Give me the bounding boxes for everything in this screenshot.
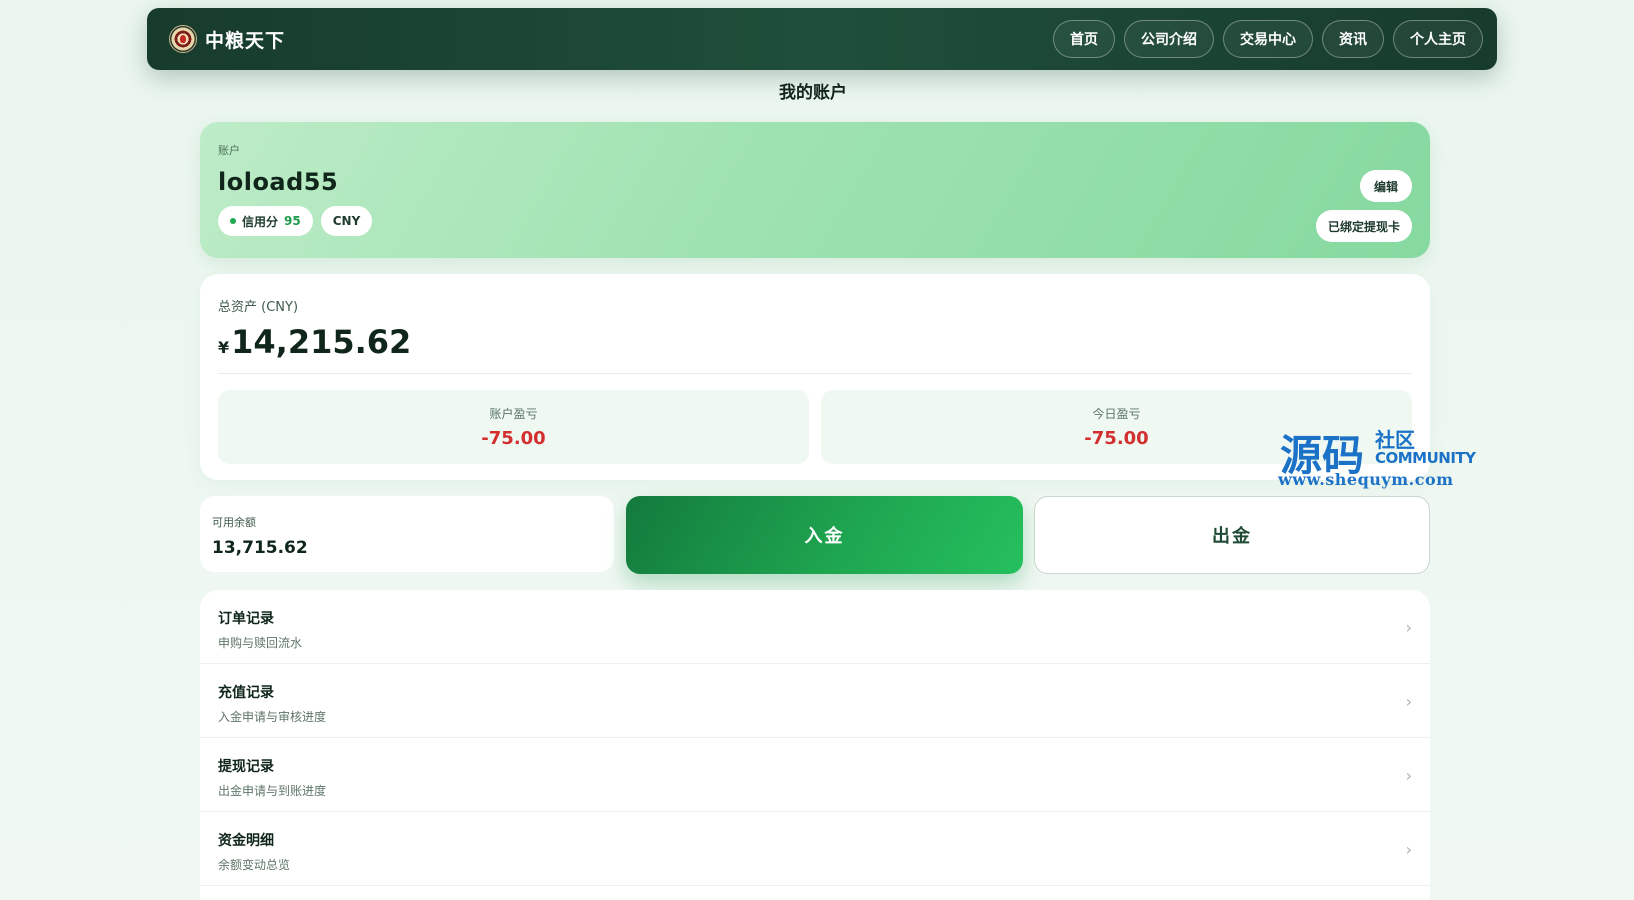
withdraw-button[interactable]: 出金 (1034, 496, 1430, 574)
watermark-url: www.shequym.com (1278, 470, 1454, 489)
today-pnl-value: -75.00 (1084, 428, 1149, 449)
currency-badge: CNY (320, 206, 373, 236)
account-pnl-label: 账户盈亏 (489, 407, 538, 421)
credit-badge: 信用分 95 (218, 206, 313, 236)
menu-item-title: 订单记录 (218, 611, 274, 627)
account-badges: 信用分 95 CNY (218, 206, 1412, 236)
nav-link-trading[interactable]: 交易中心 (1223, 20, 1313, 58)
nav-link-profile[interactable]: 个人主页 (1393, 20, 1483, 58)
menu-item-orders[interactable]: 订单记录 申购与赎回流水 › (200, 590, 1430, 664)
menu-item-title: 资金明细 (218, 833, 274, 849)
chevron-right-icon: › (1405, 840, 1412, 859)
edit-button[interactable]: 编辑 (1359, 170, 1412, 202)
menu-item-recharge[interactable]: 充值记录 入金申请与审核进度 › (200, 664, 1430, 738)
available-balance-card: 可用余额 13,715.62 (200, 496, 614, 572)
nav-link-about[interactable]: 公司介绍 (1124, 20, 1214, 58)
chevron-right-icon: › (1405, 766, 1412, 785)
chevron-right-icon: › (1405, 692, 1412, 711)
account-pnl-box: 账户盈亏 -75.00 (218, 390, 809, 464)
menu-item-title: 提现记录 (218, 759, 274, 775)
total-assets-label: 总资产 (CNY) (218, 300, 299, 315)
chevron-right-icon: › (1405, 618, 1412, 637)
account-card: 账户 loload55 信用分 95 CNY 编辑 已绑定提现卡 (200, 122, 1430, 258)
account-username: loload55 (218, 168, 339, 196)
menu-item-subtitle: 申购与赎回流水 (218, 636, 303, 650)
today-pnl-label: 今日盈亏 (1092, 407, 1141, 421)
bound-card-button[interactable]: 已绑定提现卡 (1315, 210, 1412, 242)
watermark: 源码 社区 COMMUNITY www.shequym.com (1278, 422, 1480, 492)
assets-card: 总资产 (CNY) ¥ 14,215.62 账户盈亏 -75.00 今日盈亏 -… (200, 274, 1430, 480)
menu-item-title: 充值记录 (218, 685, 274, 701)
account-label: 账户 (218, 144, 240, 157)
divider (218, 373, 1412, 374)
nav-link-news[interactable]: 资讯 (1322, 20, 1384, 58)
nav-link-home[interactable]: 首页 (1053, 20, 1115, 58)
available-balance-value: 13,715.62 (212, 538, 308, 558)
menu-item-subtitle: 入金申请与审核进度 (218, 710, 327, 724)
brand-name: 中粮天下 (205, 29, 286, 52)
currency-sign: ¥ (218, 338, 230, 357)
total-assets-amount: ¥ 14,215.62 (218, 323, 1412, 361)
page-title: 我的账户 (779, 83, 847, 103)
available-balance-label: 可用余额 (212, 516, 256, 529)
total-assets-value: 14,215.62 (231, 323, 412, 361)
menu-item-subtitle: 出金申请与到账进度 (218, 784, 327, 798)
top-navbar: 中粮天下 首页 公司介绍 交易中心 资讯 个人主页 (147, 8, 1497, 70)
pnl-row: 账户盈亏 -75.00 今日盈亏 -75.00 (218, 390, 1412, 464)
account-pnl-value: -75.00 (481, 428, 546, 449)
credit-label: 信用分 (242, 214, 279, 229)
nav-links: 首页 公司介绍 交易中心 资讯 个人主页 (1053, 20, 1483, 58)
deposit-button[interactable]: 入金 (626, 496, 1023, 574)
records-menu: 订单记录 申购与赎回流水 › 充值记录 入金申请与审核进度 › 提现记录 出金申… (200, 590, 1430, 900)
menu-item-fund-details[interactable]: 资金明细 余额变动总览 › (200, 812, 1430, 886)
watermark-community: COMMUNITY (1375, 449, 1476, 467)
menu-item-withdrawals[interactable]: 提现记录 出金申请与到账进度 › (200, 738, 1430, 812)
menu-item-subtitle: 余额变动总览 (218, 858, 291, 872)
credit-score: 95 (284, 214, 301, 228)
brand[interactable]: 中粮天下 (169, 25, 285, 53)
brand-logo-icon (169, 25, 197, 53)
credit-dot-icon (230, 218, 236, 224)
